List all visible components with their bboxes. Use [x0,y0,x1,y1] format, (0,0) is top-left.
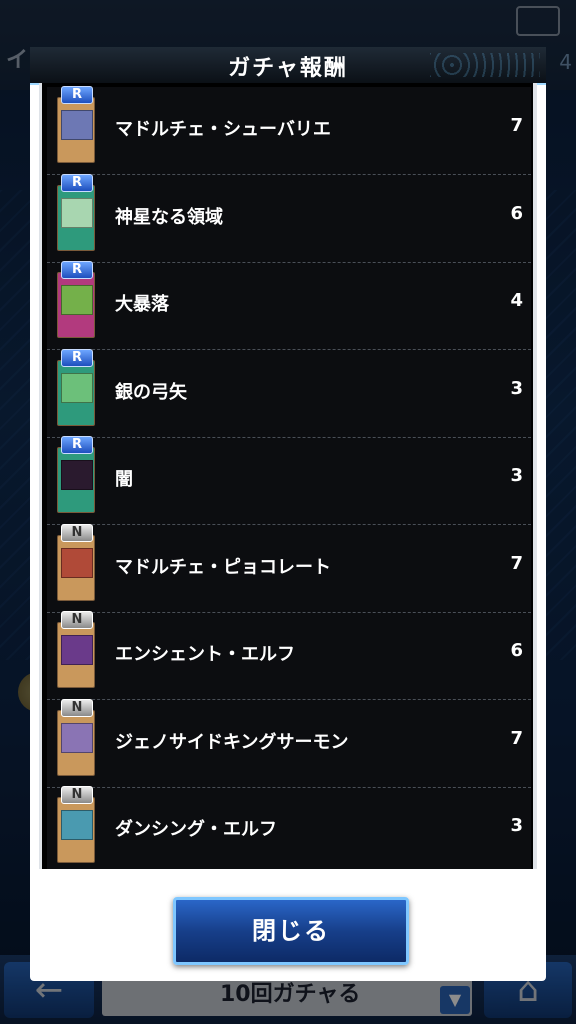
card-count: 7 [510,727,523,749]
card-name: マドルチェ・ピョコレート [115,556,331,578]
card-art [61,110,93,140]
card-thumbnail[interactable] [57,534,95,601]
rarity-badge: R [61,173,93,192]
reward-row[interactable]: R 大暴落 4 [47,261,531,350]
rarity-badge: R [61,436,93,454]
card-art [61,460,93,490]
rarity-badge: R [61,86,93,104]
card-thumbnail[interactable] [57,272,95,338]
rarity-badge: N [61,611,93,629]
scrollbar[interactable] [533,83,537,869]
reward-row[interactable]: N ダンシング・エルフ 3 [47,786,531,869]
reward-row[interactable]: R マドルチェ・シューバリエ 7 [47,86,531,175]
reward-list[interactable]: R マドルチェ・シューバリエ 7 R 神星なる領域 6 R 大暴落 4 R 銀の弓矢 3 R 闇 3 N マドル… [39,83,537,869]
dialog-header: ガチャ報酬 [30,47,546,85]
reward-row[interactable]: R 神星なる領域 6 [47,173,531,263]
card-count: 3 [510,377,523,399]
rarity-badge: N [61,786,93,804]
card-count: 6 [510,202,523,224]
card-name: 大暴落 [115,294,169,315]
card-count: 7 [510,552,523,574]
card-thumbnail[interactable] [57,97,95,163]
card-name: 闇 [115,469,133,490]
card-name: 銀の弓矢 [115,381,187,403]
reward-row[interactable]: N エンシェント・エルフ 6 [47,611,531,700]
card-name: エンシェント・エルフ [115,644,295,665]
card-thumbnail[interactable] [57,184,95,251]
card-art [61,372,93,403]
card-name: 神星なる領域 [115,206,223,228]
reward-list-inner: R マドルチェ・シューバリエ 7 R 神星なる領域 6 R 大暴落 4 R 銀の弓矢 3 R 闇 3 N マドル… [47,86,531,869]
card-art [61,197,93,228]
rarity-badge: R [61,261,93,279]
card-name: ダンシング・エルフ [115,819,277,840]
card-art [61,635,93,665]
rarity-badge: N [61,523,93,542]
list-border-left [39,83,42,869]
rarity-badge: N [61,698,93,717]
card-count: 4 [510,290,523,311]
card-thumbnail[interactable] [57,447,95,513]
card-thumbnail[interactable] [57,797,95,863]
card-count: 6 [510,640,523,661]
card-count: 3 [510,465,523,486]
card-art [61,285,93,315]
card-thumbnail[interactable] [57,622,95,688]
reward-row[interactable]: R 闇 3 [47,436,531,525]
reward-row[interactable]: R 銀の弓矢 3 [47,348,531,438]
card-art [61,722,93,753]
card-count: 3 [510,815,523,836]
card-name: マドルチェ・シューバリエ [115,119,331,140]
reward-row[interactable]: N マドルチェ・ピョコレート 7 [47,523,531,613]
close-button[interactable]: 閉じる [173,897,409,965]
card-thumbnail[interactable] [57,709,95,776]
rarity-badge: R [61,348,93,367]
card-thumbnail[interactable] [57,359,95,426]
card-art [61,810,93,840]
card-art [61,547,93,578]
reward-dialog: ガチャ報酬 R マドルチェ・シューバリエ 7 R 神星なる領域 6 R 大暴落 4 R 銀の弓矢 3 R… [30,47,546,981]
reward-row[interactable]: N ジェノサイドキングサーモン 7 [47,698,531,788]
card-count: 7 [510,115,523,136]
dialog-title: ガチャ報酬 [228,56,348,81]
card-name: ジェノサイドキングサーモン [115,731,349,753]
